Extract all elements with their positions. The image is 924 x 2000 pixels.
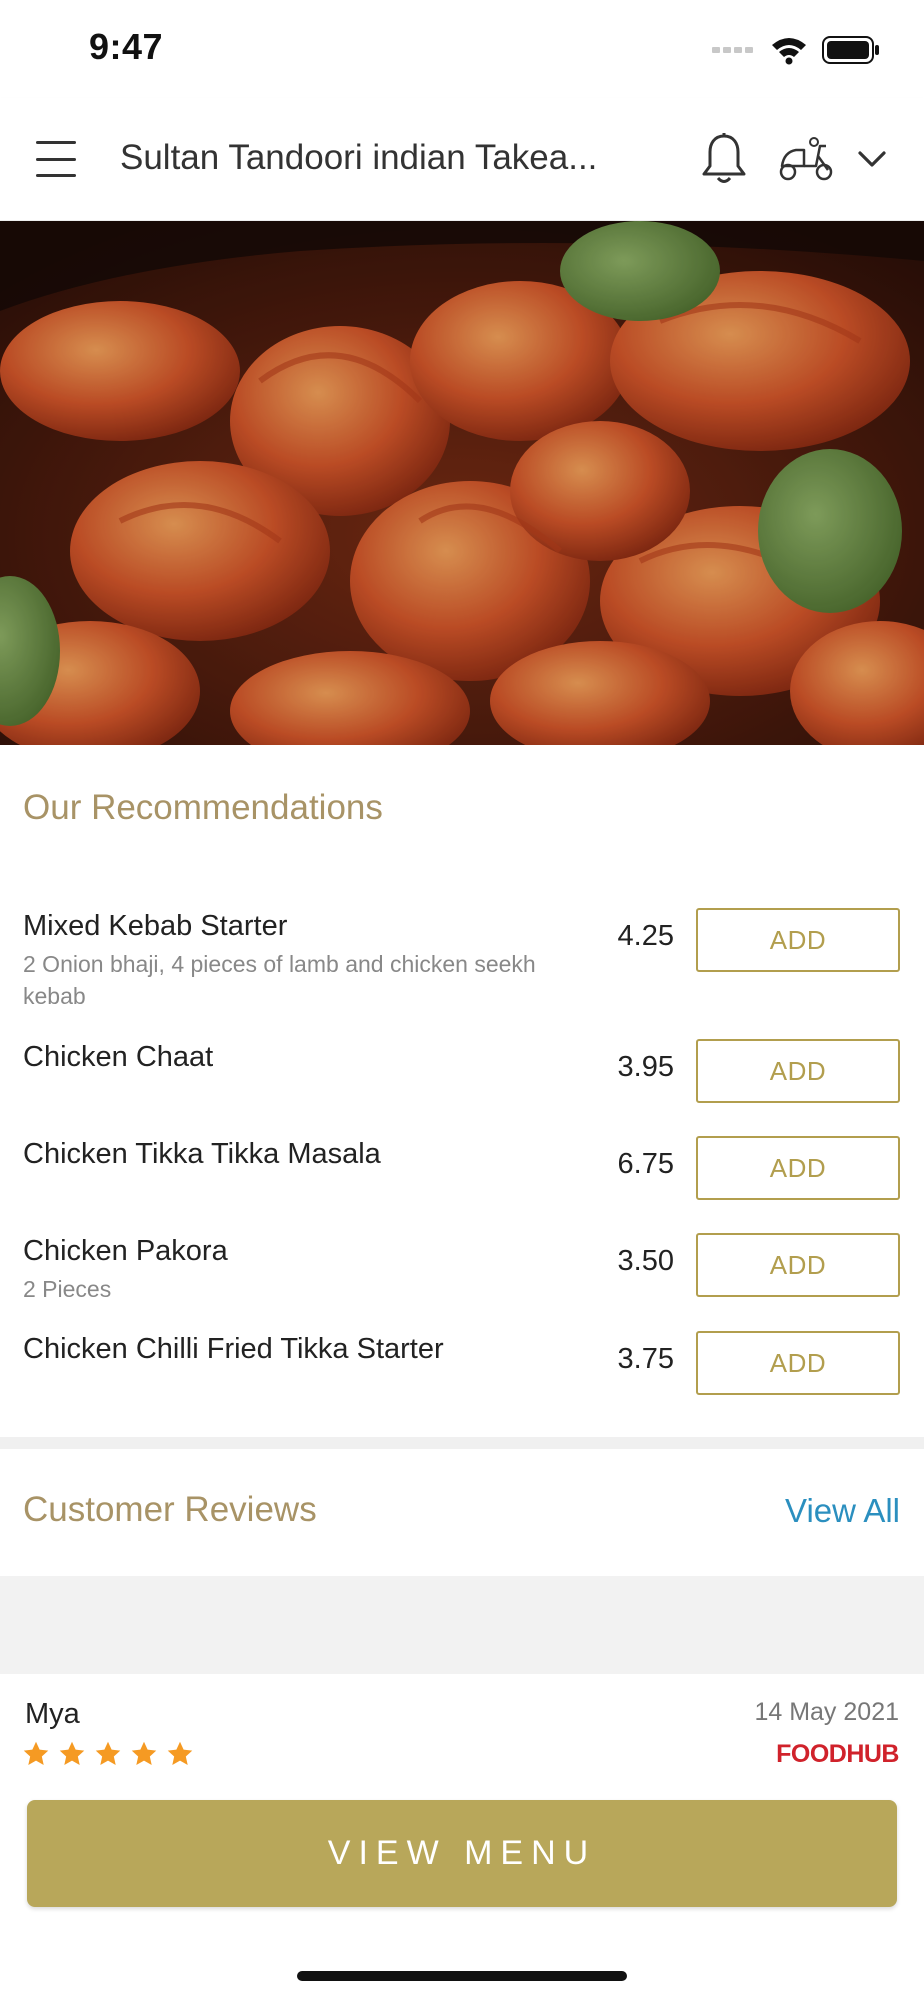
item-name: Chicken Pakora: [23, 1235, 228, 1267]
add-button[interactable]: ADD: [696, 908, 900, 972]
add-button[interactable]: ADD: [696, 1331, 900, 1395]
item-price: 3.50: [617, 1245, 674, 1277]
scooter-icon[interactable]: [778, 136, 834, 182]
app-header: Sultan Tandoori indian Takea...: [0, 98, 924, 221]
reviews-spacer: [0, 1576, 924, 1674]
status-bar: 9:47: [0, 0, 924, 98]
item-price: 3.95: [617, 1051, 674, 1083]
item-description: 2 Onion bhaji, 4 pieces of lamb and chic…: [23, 951, 536, 1009]
item-name: Chicken Tikka Tikka Masala: [23, 1138, 381, 1170]
star-icon: [131, 1741, 157, 1765]
item-description: 2 Pieces: [23, 1276, 112, 1302]
wifi-icon: [772, 38, 806, 65]
star-icon: [95, 1741, 121, 1765]
status-time: 9:47: [89, 26, 164, 67]
status-icons: [712, 32, 880, 68]
hamburger-menu-icon[interactable]: [36, 136, 84, 182]
foodhub-logo: FOODHUB: [776, 1740, 899, 1768]
battery-icon: [822, 36, 879, 64]
recommendations-title: Our Recommendations: [23, 788, 383, 827]
bell-icon[interactable]: [700, 132, 748, 186]
home-indicator: [297, 1971, 627, 1981]
reviews-title: Customer Reviews: [23, 1490, 317, 1529]
star-icon: [167, 1741, 193, 1765]
star-icon: [23, 1741, 49, 1765]
restaurant-title: Sultan Tandoori indian Takea...: [120, 138, 598, 177]
item-price: 6.75: [617, 1148, 674, 1180]
add-button[interactable]: ADD: [696, 1136, 900, 1200]
item-name: Mixed Kebab Starter: [23, 910, 288, 942]
item-price: 4.25: [617, 920, 674, 952]
hero-food-image: [0, 221, 924, 745]
item-name: Chicken Chaat: [23, 1041, 214, 1073]
item-name: Chicken Chilli Fried Tikka Starter: [23, 1333, 444, 1365]
star-icon: [59, 1741, 85, 1765]
chevron-down-icon[interactable]: [854, 142, 890, 176]
item-price: 3.75: [617, 1343, 674, 1375]
section-divider: [0, 1437, 924, 1449]
review-card: Mya 14 May 2021 FOODHUB: [0, 1674, 924, 1794]
view-all-link[interactable]: View All: [785, 1492, 900, 1530]
star-rating: [22, 1740, 194, 1768]
add-button[interactable]: ADD: [696, 1039, 900, 1103]
add-button[interactable]: ADD: [696, 1233, 900, 1297]
view-menu-button[interactable]: VIEW MENU: [27, 1800, 897, 1907]
signal-icon: [712, 47, 753, 53]
reviewer-name: Mya: [25, 1698, 80, 1730]
review-date: 14 May 2021: [754, 1698, 899, 1726]
